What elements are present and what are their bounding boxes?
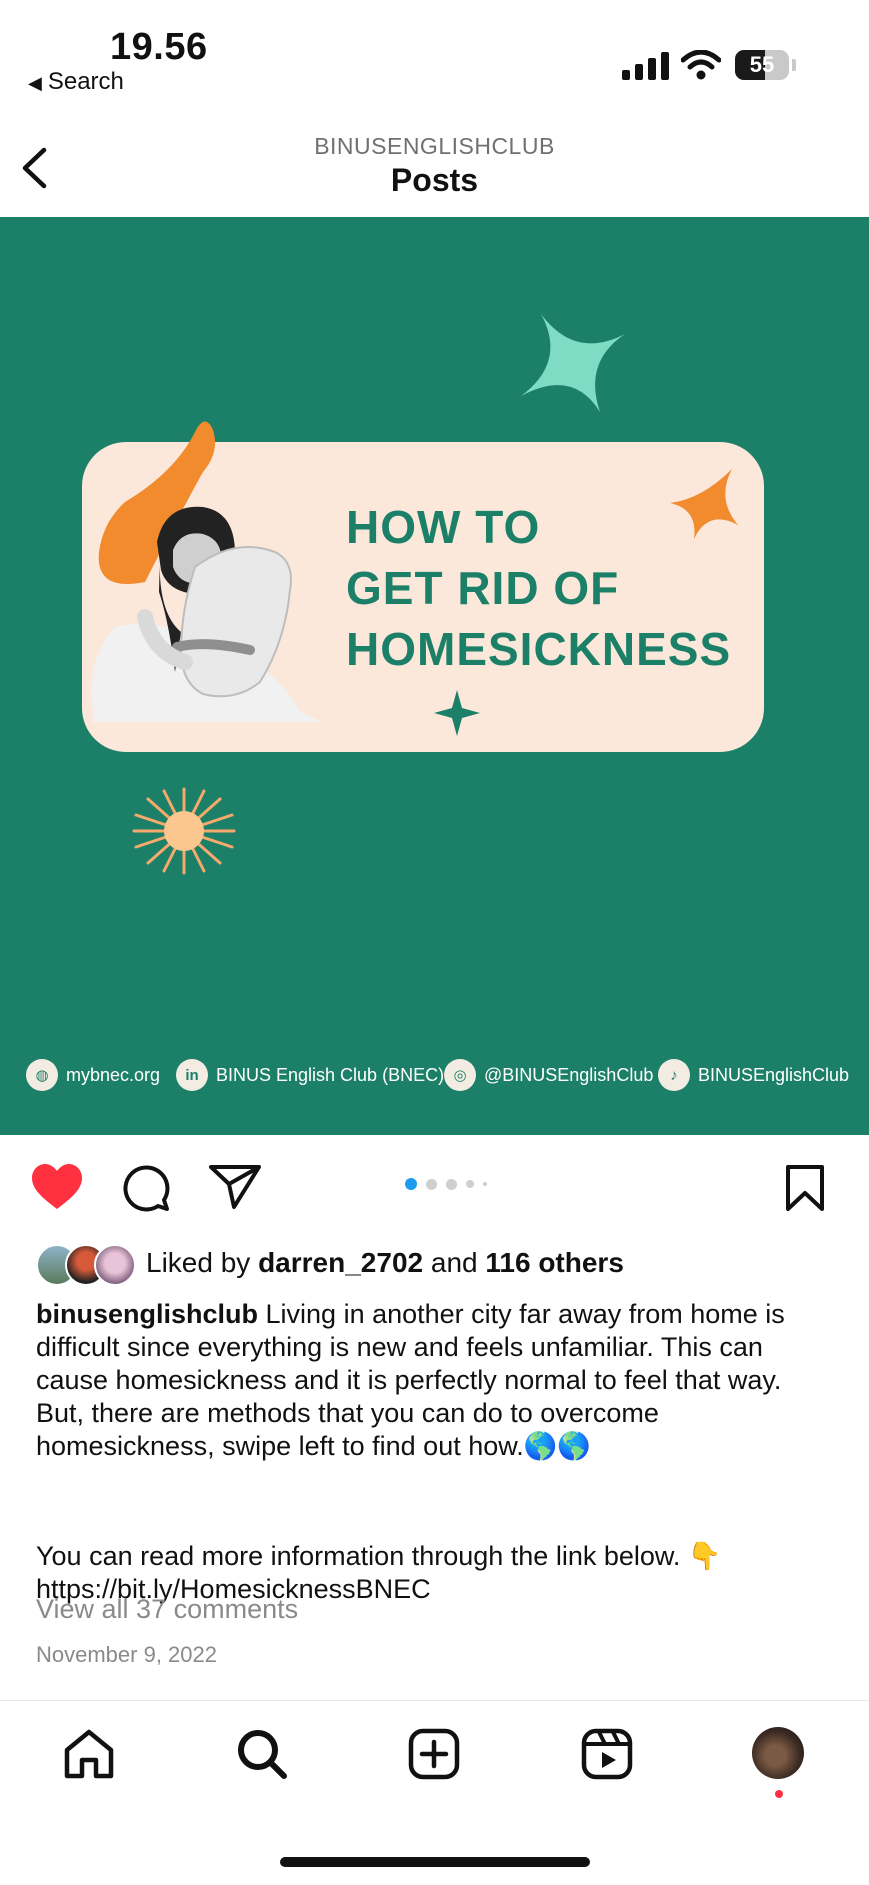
battery-tip — [792, 59, 796, 71]
page-title: Posts — [390, 162, 479, 198]
liked-by-prefix: Liked by — [146, 1247, 251, 1278]
social-website-text: mybnec.org — [66, 1064, 161, 1085]
liked-by-others[interactable]: 116 others — [485, 1247, 624, 1278]
carousel-dot — [483, 1182, 487, 1186]
liked-by-text[interactable]: Liked by darren_2702 and 116 others — [146, 1247, 624, 1279]
social-instagram: ◎ @BINUSEnglishClub — [444, 1057, 653, 1093]
status-time: 19.56 — [110, 26, 208, 68]
tiktok-icon: ♪ — [658, 1059, 690, 1091]
carousel-dot — [405, 1178, 417, 1190]
back-triangle-icon: ◀ — [28, 73, 42, 93]
comment-icon[interactable] — [121, 1162, 171, 1212]
mint-sparkle-icon — [521, 314, 625, 412]
post-caption: binusenglishclub Living in another city … — [36, 1298, 836, 1463]
battery-indicator: 55 — [735, 50, 789, 80]
liked-by-avatars[interactable] — [36, 1244, 136, 1286]
carousel-dot — [446, 1178, 457, 1190]
caption-username[interactable]: binusenglishclub — [36, 1299, 258, 1329]
home-icon[interactable] — [63, 1728, 115, 1780]
carousel-dot — [466, 1180, 474, 1188]
reels-icon[interactable] — [581, 1728, 633, 1780]
back-to-search-label: Search — [47, 68, 124, 95]
liked-by-user[interactable]: darren_2702 — [258, 1247, 423, 1278]
green-star-icon — [434, 690, 480, 736]
social-website: ◍ mybnec.org — [26, 1057, 160, 1093]
profile-avatar[interactable] — [752, 1727, 804, 1779]
headline-line-3: HOMESICKNESS — [346, 623, 732, 675]
post-image[interactable]: HOW TO GET RID OF HOMESICKNESS ◍ mybnec.o… — [0, 217, 869, 1135]
heart-liked-icon[interactable] — [30, 1163, 84, 1211]
headline-line-2: GET RID OF — [346, 562, 620, 614]
orange-sparkle-icon — [670, 469, 738, 539]
social-instagram-text: @BINUSEnglishClub — [484, 1064, 654, 1085]
search-icon[interactable] — [236, 1728, 288, 1780]
liked-by-and: and — [430, 1247, 478, 1278]
back-to-search-link[interactable]: ◀ Search — [28, 68, 124, 96]
caption-more-line: You can read more information through th… — [36, 1541, 722, 1571]
save-bookmark-icon[interactable] — [784, 1164, 826, 1212]
account-name[interactable]: BINUSENGLISHCLUB — [0, 133, 869, 160]
carousel-indicator — [405, 1178, 487, 1190]
liker-avatar — [94, 1244, 136, 1286]
social-tiktok-text: BINUSEnglishClub — [698, 1064, 850, 1085]
instagram-icon: ◎ — [444, 1059, 476, 1091]
view-all-comments-link[interactable]: View all 37 comments — [36, 1594, 298, 1625]
notification-dot — [775, 1790, 783, 1798]
carousel-dot — [426, 1178, 437, 1190]
post-social-links: ◍ mybnec.org in BINUS English Club (BNEC) … — [0, 1057, 869, 1097]
tab-bar-divider — [0, 1700, 869, 1701]
home-indicator — [280, 1857, 590, 1867]
social-linkedin: in BINUS English Club (BNEC) — [176, 1057, 444, 1093]
new-post-icon[interactable] — [408, 1728, 460, 1780]
globe-icon: ◍ — [26, 1059, 58, 1091]
linkedin-icon: in — [176, 1059, 208, 1091]
battery-percent: 55 — [749, 52, 775, 77]
social-linkedin-text: BINUS English Club (BNEC) — [216, 1064, 445, 1085]
share-icon[interactable] — [208, 1164, 262, 1210]
post-date: November 9, 2022 — [36, 1642, 217, 1667]
woman-hugging-pillow-illustration — [91, 421, 323, 722]
sun-burst-icon — [132, 787, 236, 875]
wifi-icon — [681, 50, 721, 80]
cellular-signal-icon — [622, 52, 669, 80]
social-tiktok: ♪ BINUSEnglishClub — [658, 1057, 849, 1093]
